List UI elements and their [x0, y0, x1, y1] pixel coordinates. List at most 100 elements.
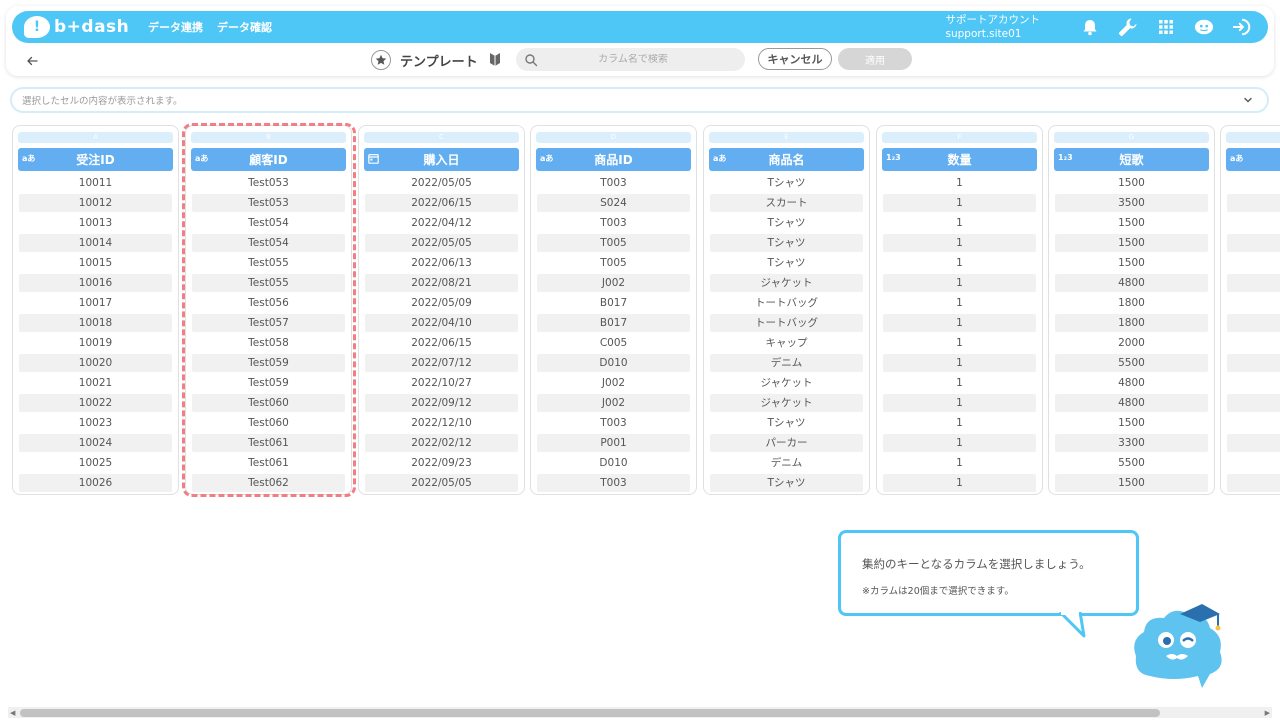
column-header[interactable]: 購入日 — [364, 148, 519, 171]
table-cell[interactable]: J002 — [537, 374, 690, 392]
table-cell[interactable] — [1227, 194, 1280, 212]
table-cell[interactable]: 2022/05/05 — [365, 234, 518, 252]
table-cell[interactable]: J002 — [537, 274, 690, 292]
column-header[interactable]: aあ 商品名 — [709, 148, 864, 171]
wrench-icon[interactable] — [1118, 17, 1138, 37]
table-cell[interactable]: Tシャツ — [710, 214, 863, 232]
table-cell[interactable]: T003 — [537, 214, 690, 232]
beginner-mark-icon[interactable] — [489, 52, 503, 68]
table-cell[interactable]: 2022/06/13 — [365, 254, 518, 272]
table-cell[interactable]: 1500 — [1055, 474, 1208, 492]
column-d[interactable]: Daあ 商品ID T003 S024 T003 T005 T005 J002 B017 B017 C… — [530, 125, 697, 495]
column-header[interactable]: aあ 商品ID — [536, 148, 691, 171]
table-cell[interactable]: 2022/02/12 — [365, 434, 518, 452]
table-cell[interactable]: キャップ — [710, 334, 863, 352]
table-cell[interactable] — [1227, 174, 1280, 192]
table-cell[interactable]: ジャケット — [710, 374, 863, 392]
scroll-right-icon[interactable]: ▶ — [1265, 709, 1270, 717]
table-cell[interactable]: 1800 — [1055, 294, 1208, 312]
table-cell[interactable]: Tシャツ — [710, 174, 863, 192]
table-cell[interactable]: 1500 — [1055, 234, 1208, 252]
table-cell[interactable]: 1 — [883, 274, 1036, 292]
table-cell[interactable]: S024 — [537, 194, 690, 212]
bell-icon[interactable] — [1080, 17, 1100, 37]
nav-link-data-check[interactable]: データ確認 — [217, 19, 272, 35]
table-cell[interactable]: Test059 — [192, 374, 345, 392]
table-cell[interactable]: デニム — [710, 454, 863, 472]
nav-link-data-integration[interactable]: データ連携 — [148, 19, 203, 35]
table-cell[interactable]: 1500 — [1055, 214, 1208, 232]
table-cell[interactable] — [1227, 394, 1280, 412]
column-header[interactable]: 1₂3 数量 — [882, 148, 1037, 171]
account-info[interactable]: サポートアカウント support.site01 — [946, 13, 1041, 41]
table-cell[interactable]: 10021 — [19, 374, 172, 392]
table-cell[interactable]: Test060 — [192, 414, 345, 432]
chevron-down-icon[interactable] — [1243, 95, 1253, 105]
table-cell[interactable]: D010 — [537, 454, 690, 472]
table-cell[interactable]: B017 — [537, 314, 690, 332]
table-cell[interactable]: 3500 — [1055, 194, 1208, 212]
column-header[interactable]: aあ — [1226, 148, 1280, 171]
table-cell[interactable]: 1 — [883, 194, 1036, 212]
table-cell[interactable]: 5500 — [1055, 354, 1208, 372]
column-header[interactable]: 1₂3 短歌 — [1054, 148, 1209, 171]
table-cell[interactable]: デニム — [710, 354, 863, 372]
scrollbar-thumb[interactable] — [20, 709, 1160, 717]
table-cell[interactable]: Test061 — [192, 434, 345, 452]
table-cell[interactable] — [1227, 454, 1280, 472]
column-search[interactable] — [516, 48, 745, 71]
table-cell[interactable]: ジャケット — [710, 274, 863, 292]
table-cell[interactable]: 1 — [883, 394, 1036, 412]
table-cell[interactable]: 2022/04/10 — [365, 314, 518, 332]
column-c[interactable]: C 購入日 2022/05/05 2022/06/15 2022/04/12 2022/0… — [358, 125, 525, 495]
table-cell[interactable]: 10019 — [19, 334, 172, 352]
column-a[interactable]: Aaあ 受注ID 10011 10012 10013 10014 10015 10016 100… — [12, 125, 179, 495]
table-cell[interactable]: 2022/05/05 — [365, 474, 518, 492]
table-cell[interactable]: 1 — [883, 434, 1036, 452]
table-cell[interactable]: 2022/05/09 — [365, 294, 518, 312]
table-cell[interactable] — [1227, 354, 1280, 372]
back-arrow-icon[interactable] — [26, 52, 40, 66]
table-cell[interactable]: 10026 — [19, 474, 172, 492]
logo[interactable]: ! b+dash — [24, 16, 134, 38]
table-cell[interactable]: 2022/10/27 — [365, 374, 518, 392]
table-cell[interactable]: 10020 — [19, 354, 172, 372]
table-cell[interactable]: 1 — [883, 174, 1036, 192]
table-cell[interactable]: Tシャツ — [710, 234, 863, 252]
table-cell[interactable]: Tシャツ — [710, 414, 863, 432]
table-cell[interactable]: 1 — [883, 334, 1036, 352]
table-cell[interactable]: T003 — [537, 174, 690, 192]
table-cell[interactable]: 5500 — [1055, 454, 1208, 472]
table-cell[interactable]: 10016 — [19, 274, 172, 292]
table-cell[interactable]: Test058 — [192, 334, 345, 352]
table-cell[interactable]: 1500 — [1055, 414, 1208, 432]
table-cell[interactable]: 10023 — [19, 414, 172, 432]
table-cell[interactable]: 10017 — [19, 294, 172, 312]
table-cell[interactable]: 1 — [883, 354, 1036, 372]
scroll-left-icon[interactable]: ◀ — [10, 709, 15, 717]
table-cell[interactable]: 1 — [883, 474, 1036, 492]
cell-content-bar[interactable]: 選択したセルの内容が表示されます。 — [10, 87, 1269, 113]
table-cell[interactable]: Test053 — [192, 174, 345, 192]
table-cell[interactable]: 10025 — [19, 454, 172, 472]
mascot-icon[interactable] — [1194, 17, 1214, 37]
table-cell[interactable] — [1227, 474, 1280, 492]
table-cell[interactable]: T003 — [537, 474, 690, 492]
table-cell[interactable]: B017 — [537, 294, 690, 312]
table-cell[interactable]: 1500 — [1055, 254, 1208, 272]
table-cell[interactable]: Test056 — [192, 294, 345, 312]
table-cell[interactable]: スカート — [710, 194, 863, 212]
table-cell[interactable]: 1 — [883, 314, 1036, 332]
table-cell[interactable]: 2022/04/12 — [365, 214, 518, 232]
table-cell[interactable]: 10014 — [19, 234, 172, 252]
table-cell[interactable]: 4800 — [1055, 374, 1208, 392]
table-cell[interactable]: 1 — [883, 214, 1036, 232]
table-cell[interactable]: Test055 — [192, 274, 345, 292]
table-cell[interactable]: T005 — [537, 234, 690, 252]
table-cell[interactable]: 1 — [883, 414, 1036, 432]
table-cell[interactable]: Test062 — [192, 474, 345, 492]
logout-icon[interactable] — [1232, 17, 1252, 37]
table-cell[interactable]: Tシャツ — [710, 254, 863, 272]
table-cell[interactable]: 1500 — [1055, 174, 1208, 192]
horizontal-scrollbar[interactable]: ◀ ▶ — [8, 707, 1272, 718]
